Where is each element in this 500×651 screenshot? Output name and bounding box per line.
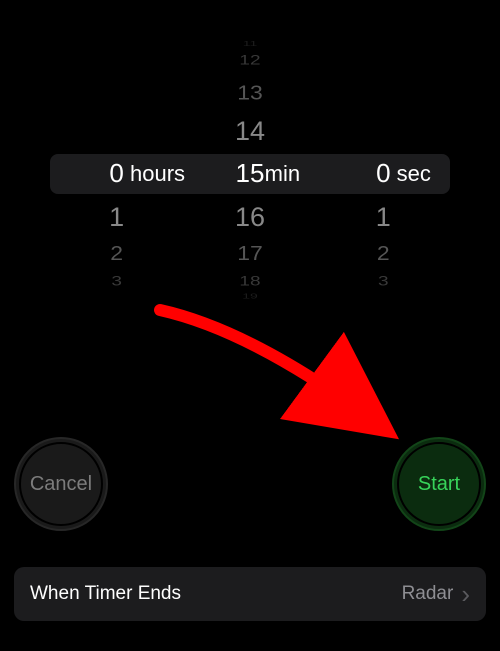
start-button-label: Start bbox=[418, 473, 460, 496]
hours-value-selected: 0 bbox=[50, 160, 183, 186]
when-timer-ends-title: When Timer Ends bbox=[30, 583, 402, 605]
minutes-value: 14 bbox=[183, 118, 316, 145]
when-timer-ends-value: Radar bbox=[402, 583, 454, 605]
minutes-value: 16 bbox=[183, 204, 316, 231]
minutes-value: 11 bbox=[183, 39, 316, 47]
minutes-value: 12 bbox=[183, 53, 316, 67]
start-button[interactable]: Start bbox=[392, 437, 486, 531]
hours-value: 3 bbox=[50, 274, 183, 288]
hours-value: 1 bbox=[50, 204, 183, 231]
minutes-wheel[interactable]: 11 12 13 14 15 16 17 18 19 bbox=[183, 20, 316, 280]
minutes-value: 13 bbox=[183, 82, 316, 103]
minutes-value: 18 bbox=[183, 274, 316, 288]
when-timer-ends-row[interactable]: When Timer Ends Radar › bbox=[14, 567, 486, 621]
seconds-value: 2 bbox=[317, 243, 450, 264]
hours-wheel[interactable]: 0 1 2 3 bbox=[50, 20, 183, 280]
chevron-right-icon: › bbox=[461, 581, 470, 607]
annotation-arrow-icon bbox=[150, 300, 410, 460]
seconds-value: 1 bbox=[317, 204, 450, 231]
cancel-button[interactable]: Cancel bbox=[14, 437, 108, 531]
cancel-button-label: Cancel bbox=[30, 473, 92, 496]
minutes-value-selected: 15 bbox=[183, 160, 316, 186]
duration-picker[interactable]: 0 1 2 3 11 12 13 14 15 16 17 18 19 0 1 2… bbox=[50, 20, 450, 280]
seconds-wheel[interactable]: 0 1 2 3 bbox=[317, 20, 450, 280]
minutes-value: 19 bbox=[183, 292, 316, 300]
seconds-value-selected: 0 bbox=[317, 160, 450, 186]
minutes-value: 17 bbox=[183, 243, 316, 264]
hours-value: 2 bbox=[50, 243, 183, 264]
seconds-value: 3 bbox=[317, 274, 450, 288]
